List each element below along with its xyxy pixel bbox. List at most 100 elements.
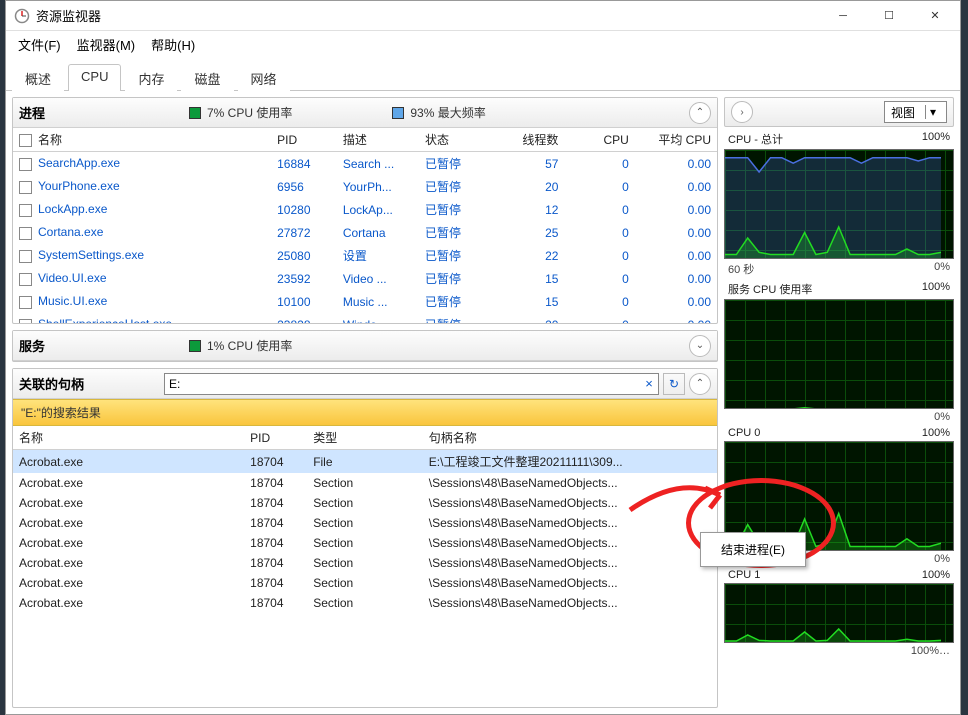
col-status[interactable]: 状态 [419,128,494,152]
row-checkbox[interactable] [19,204,32,217]
handle-row[interactable]: Acrobat.exe18704Section\Sessions\48\Base… [13,573,717,593]
col-threads[interactable]: 线程数 [494,128,564,152]
menu-help[interactable]: 帮助(H) [145,32,201,57]
row-checkbox[interactable] [19,296,32,309]
row-checkbox[interactable] [19,158,32,171]
services-cpu-metric: 1% CPU 使用率 [189,337,292,354]
close-button[interactable]: ✕ [912,1,958,31]
hcol-name[interactable]: 名称 [13,426,244,450]
context-menu: 结束进程(E) [700,532,806,567]
handles-title: 关联的句柄 [19,374,84,393]
graph-br: 0% [934,553,950,565]
resource-monitor-window: 资源监视器 ─ ☐ ✕ 文件(F) 监视器(M) 帮助(H) 概述 CPU 内存… [5,0,961,715]
tab-network[interactable]: 网络 [238,64,290,91]
tab-disk[interactable]: 磁盘 [181,64,233,91]
minimize-button[interactable]: ─ [820,1,866,31]
clear-search-button[interactable]: × [640,376,658,391]
handle-row[interactable]: Acrobat.exe18704Section\Sessions\48\Base… [13,473,717,493]
search-results-banner: "E:"的搜索结果 [13,399,717,426]
tab-memory[interactable]: 内存 [125,64,177,91]
row-checkbox[interactable] [19,227,32,240]
graph-g2: 服务 CPU 使用率 100% 0% [724,281,954,423]
graph-title: CPU - 总计 [728,131,783,147]
cpu-usage-metric: 7% CPU 使用率 [189,104,292,121]
chevron-up-icon: ⌃ [696,107,704,118]
handles-search-input[interactable] [165,377,640,391]
graph-canvas [724,149,954,259]
graph-top-label: 100% [922,281,950,297]
row-checkbox[interactable] [19,181,32,194]
col-avgcpu[interactable]: 平均 CPU [635,128,717,152]
graph-canvas [724,299,954,409]
col-pid[interactable]: PID [271,128,337,152]
services-panel: 服务 1% CPU 使用率 ⌄ [12,330,718,362]
chevron-right-icon: › [740,107,743,118]
col-name[interactable]: 名称 [38,133,62,147]
services-expand-button[interactable]: ⌄ [689,335,711,357]
graph-br: 100%… [911,645,950,657]
app-icon [14,8,30,24]
handles-search-box: × [164,373,659,395]
handle-row[interactable]: Acrobat.exe18704Section\Sessions\48\Base… [13,553,717,573]
tab-cpu[interactable]: CPU [68,64,121,91]
titlebar: 资源监视器 ─ ☐ ✕ [6,1,960,31]
process-row[interactable]: YourPhone.exe6956YourPh...已暂停2000.00 [13,175,717,198]
graph-title: CPU 1 [728,569,760,581]
services-title: 服务 [19,336,79,355]
process-row[interactable]: Video.UI.exe23592Video ...已暂停1500.00 [13,267,717,290]
chevron-up-icon: ⌃ [696,378,704,389]
max-freq-metric: 93% 最大频率 [392,104,485,121]
graph-top-label: 100% [922,131,950,147]
process-row[interactable]: ShellExperienceHost.exe23828Windo...已暂停2… [13,313,717,323]
maximize-button[interactable]: ☐ [866,1,912,31]
graph-br: 0% [934,411,950,423]
menubar: 文件(F) 监视器(M) 帮助(H) [6,31,960,57]
handle-row[interactable]: Acrobat.exe18704Section\Sessions\48\Base… [13,493,717,513]
process-row[interactable]: SearchApp.exe16884Search ...已暂停5700.00 [13,152,717,176]
menu-end-process[interactable]: 结束进程(E) [703,537,803,562]
handles-collapse-button[interactable]: ⌃ [689,373,711,395]
graphs-header: › 视图▾ [724,97,954,127]
process-row[interactable]: LockApp.exe10280LockAp...已暂停1200.00 [13,198,717,221]
window-title: 资源监视器 [36,6,101,25]
processes-collapse-button[interactable]: ⌃ [689,102,711,124]
handles-table[interactable]: 名称 PID 类型 句柄名称 Acrobat.exe18704FileE:\工程… [13,426,717,613]
graph-br: 0% [934,261,950,277]
check-all[interactable] [19,134,32,147]
row-checkbox[interactable] [19,273,32,286]
graph-bl: 60 秒 [728,261,754,277]
refresh-button[interactable]: ↻ [663,373,685,395]
graph-title: 服务 CPU 使用率 [728,281,812,297]
chevron-down-icon: ⌄ [696,340,704,351]
process-row[interactable]: Cortana.exe27872Cortana已暂停2500.00 [13,221,717,244]
hcol-type[interactable]: 类型 [307,426,423,450]
process-row[interactable]: Music.UI.exe10100Music ...已暂停1500.00 [13,290,717,313]
processes-panel: 进程 7% CPU 使用率 93% 最大频率 ⌃ 名称 PID 描述 [12,97,718,324]
handle-row[interactable]: Acrobat.exe18704FileE:\工程竣工文件整理20211111\… [13,450,717,474]
graph-g1: CPU - 总计 100% 60 秒 0% [724,131,954,277]
graph-title: CPU 0 [728,427,760,439]
menu-monitor[interactable]: 监视器(M) [71,32,142,57]
process-row[interactable]: SystemSettings.exe25080设置已暂停2200.00 [13,244,717,267]
refresh-icon: ↻ [669,377,679,391]
tab-overview[interactable]: 概述 [12,64,64,91]
graph-g4: CPU 1 100% 100%… [724,569,954,657]
view-dropdown[interactable]: 视图▾ [884,101,947,123]
row-checkbox[interactable] [19,319,32,323]
row-checkbox[interactable] [19,250,32,263]
graph-canvas [724,583,954,643]
graph-top-label: 100% [922,427,950,439]
col-desc[interactable]: 描述 [337,128,419,152]
handle-row[interactable]: Acrobat.exe18704Section\Sessions\48\Base… [13,533,717,553]
handles-panel: 关联的句柄 × ↻ ⌃ "E:"的搜索结果 名称 PID [12,368,718,708]
processes-table[interactable]: 名称 PID 描述 状态 线程数 CPU 平均 CPU SearchApp.ex… [13,128,717,323]
handle-row[interactable]: Acrobat.exe18704Section\Sessions\48\Base… [13,593,717,613]
hcol-pid[interactable]: PID [244,426,307,450]
handle-row[interactable]: Acrobat.exe18704Section\Sessions\48\Base… [13,513,717,533]
graphs-expand-button[interactable]: › [731,101,753,123]
graph-top-label: 100% [922,569,950,581]
col-cpu[interactable]: CPU [564,128,634,152]
tabs: 概述 CPU 内存 磁盘 网络 [6,57,960,91]
hcol-hname[interactable]: 句柄名称 [423,426,717,450]
menu-file[interactable]: 文件(F) [12,32,67,57]
